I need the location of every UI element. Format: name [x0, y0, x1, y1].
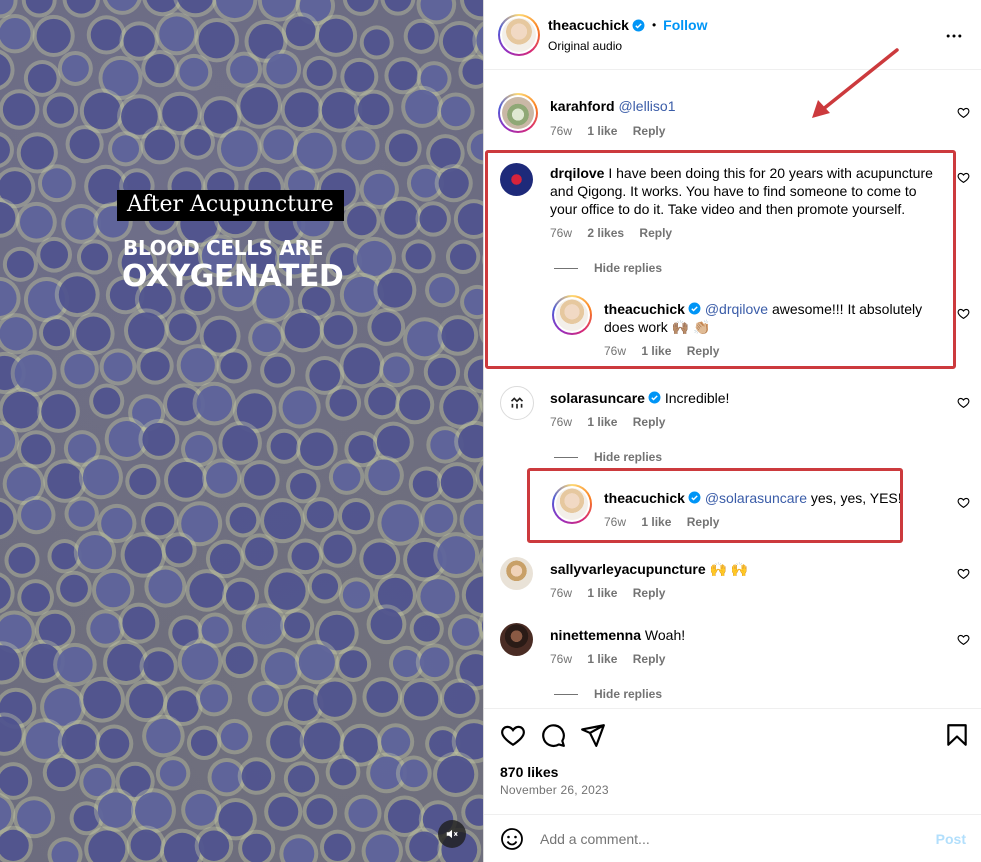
comment-likes[interactable]: 2 likes [587, 226, 624, 240]
comment-meta: 76w 2 likes Reply [550, 226, 684, 240]
commenter-avatar[interactable] [498, 93, 538, 133]
reply-button[interactable]: Reply [639, 226, 672, 240]
comment-time[interactable]: 76w [550, 415, 572, 429]
commenter-avatar[interactable] [500, 623, 533, 656]
hide-replies-button[interactable]: Hide replies [554, 687, 662, 701]
post-date: November 26, 2023 [500, 783, 609, 797]
like-comment-heart-icon[interactable] [957, 567, 970, 580]
comment-body: I have been doing this for 20 years with… [550, 165, 933, 217]
overlay-headline-line2: OXYGENATED [122, 259, 344, 294]
reply-meta: 76w 1 like Reply [604, 515, 731, 529]
hide-replies-button[interactable]: Hide replies [554, 450, 662, 464]
like-comment-heart-icon[interactable] [957, 496, 970, 509]
reply-username[interactable]: theacuchick [604, 490, 685, 506]
comment-body: Woah! [644, 627, 686, 643]
verified-badge-icon [688, 302, 701, 315]
overlay-headline-line1: BLOOD CELLS ARE [123, 236, 324, 260]
comment-time[interactable]: 76w [550, 124, 572, 138]
like-comment-heart-icon[interactable] [957, 106, 970, 119]
blood-cells-image [0, 0, 483, 862]
post-button[interactable]: Post [936, 831, 966, 847]
like-comment-heart-icon[interactable] [957, 396, 970, 409]
reply-body: yes, yes, YES! [806, 490, 902, 506]
verified-badge-icon [688, 491, 701, 504]
comment-mention[interactable]: @lelliso1 [618, 98, 675, 114]
comment-meta: 76w 1 like Reply [550, 652, 677, 666]
comment-username[interactable]: karahford [550, 98, 615, 114]
comment-text: drqilove I have been doing this for 20 y… [550, 164, 934, 218]
comment-likes[interactable]: 1 like [587, 652, 617, 666]
reply-button[interactable]: Reply [633, 124, 666, 138]
post-panel: theacuchick • Follow Original audio kara… [483, 0, 981, 862]
heart-icon[interactable] [500, 722, 526, 748]
reply-likes[interactable]: 1 like [641, 515, 671, 529]
author-username[interactable]: theacuchick [548, 17, 629, 33]
reply-button[interactable]: Reply [687, 344, 720, 358]
speaker-muted-icon [446, 829, 458, 839]
reply-mention[interactable]: @drqilove [705, 301, 768, 317]
likes-count[interactable]: 870 likes [500, 764, 558, 780]
comment-text: sallyvarleyacupuncture 🙌 🙌 [550, 560, 748, 578]
comment-time[interactable]: 76w [550, 226, 572, 240]
commenter-avatar[interactable] [500, 557, 533, 590]
add-comment-input[interactable] [540, 831, 920, 847]
solara-logo-icon [510, 397, 524, 409]
comment-text: karahford @lelliso1 [550, 97, 675, 115]
reply-mention[interactable]: @solarasuncare [705, 490, 807, 506]
author-avatar[interactable] [498, 14, 540, 56]
reply-button[interactable]: Reply [687, 515, 720, 529]
comment-meta: 76w 1 like Reply [550, 586, 677, 600]
comment-body: Incredible! [664, 390, 730, 406]
comment-bubble-icon[interactable] [540, 722, 566, 748]
verified-badge-icon [648, 391, 661, 404]
add-comment-bar: Post [484, 814, 981, 862]
comment-body: 🙌 🙌 [709, 561, 749, 577]
header-separator: • [651, 18, 657, 32]
comment-text: solarasuncare Incredible! [550, 389, 729, 407]
reply-time[interactable]: 76w [604, 515, 626, 529]
like-comment-heart-icon[interactable] [957, 307, 970, 320]
comment-likes[interactable]: 1 like [587, 586, 617, 600]
reply-avatar[interactable] [552, 295, 592, 335]
overlay-label: After Acupuncture [117, 190, 344, 221]
reply-button[interactable]: Reply [633, 415, 666, 429]
reply-text: theacuchick @drqilove awesome!!! It abso… [604, 300, 934, 336]
like-comment-heart-icon[interactable] [957, 171, 970, 184]
mute-button[interactable] [438, 820, 466, 848]
post-header: theacuchick • Follow Original audio [484, 0, 981, 70]
commenter-avatar[interactable] [500, 163, 533, 196]
comment-text: ninettemenna Woah! [550, 626, 685, 644]
reply-username[interactable]: theacuchick [604, 301, 685, 317]
follow-button[interactable]: Follow [663, 17, 707, 33]
comment-likes[interactable]: 1 like [587, 415, 617, 429]
more-horizontal-icon[interactable] [944, 26, 964, 46]
reply-button[interactable]: Reply [633, 652, 666, 666]
hide-replies-button[interactable]: Hide replies [554, 261, 662, 275]
comment-username[interactable]: ninettemenna [550, 627, 641, 643]
audio-label[interactable]: Original audio [548, 39, 622, 53]
commenter-avatar[interactable] [500, 386, 534, 420]
reply-avatar[interactable] [552, 484, 592, 524]
reel-video[interactable]: After Acupuncture BLOOD CELLS ARE OXYGEN… [0, 0, 483, 862]
bookmark-icon[interactable] [944, 722, 970, 748]
post-actions [484, 708, 981, 820]
comment-username[interactable]: solarasuncare [550, 390, 645, 406]
like-comment-heart-icon[interactable] [957, 633, 970, 646]
reply-button[interactable]: Reply [633, 586, 666, 600]
reply-likes[interactable]: 1 like [641, 344, 671, 358]
comment-username[interactable]: drqilove [550, 165, 604, 181]
comment-time[interactable]: 76w [550, 586, 572, 600]
reply-time[interactable]: 76w [604, 344, 626, 358]
comment-meta: 76w 1 like Reply [550, 415, 677, 429]
comment-meta: 76w 1 like Reply [550, 124, 677, 138]
comment-time[interactable]: 76w [550, 652, 572, 666]
paper-plane-icon[interactable] [580, 722, 606, 748]
comment-username[interactable]: sallyvarleyacupuncture [550, 561, 706, 577]
verified-badge-icon [632, 19, 645, 31]
reply-text: theacuchick @solarasuncare yes, yes, YES… [604, 489, 902, 507]
reply-meta: 76w 1 like Reply [604, 344, 731, 358]
smiley-icon[interactable] [500, 827, 524, 851]
comment-likes[interactable]: 1 like [587, 124, 617, 138]
